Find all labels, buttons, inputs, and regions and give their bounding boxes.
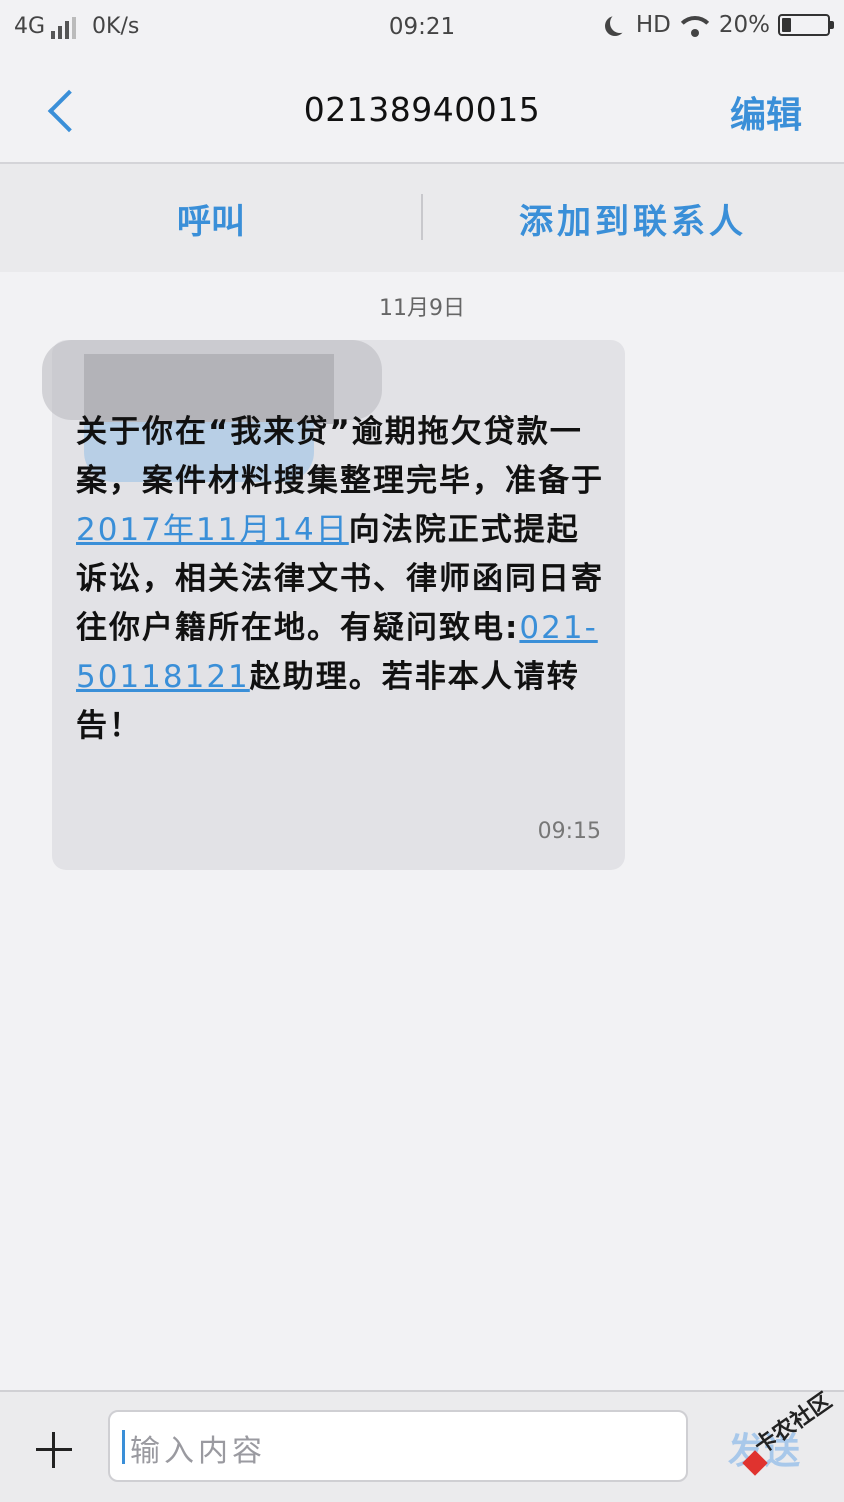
- date-link[interactable]: 2017年11月14日: [76, 512, 349, 548]
- wifi-icon: [678, 12, 711, 38]
- header: 02138940015 编辑: [0, 56, 844, 162]
- battery-icon: [778, 14, 834, 36]
- add-contact-button[interactable]: 添加到联系人: [422, 194, 844, 243]
- battery-fill: [782, 18, 791, 32]
- message-input[interactable]: 输入内容: [108, 1410, 688, 1482]
- edit-button[interactable]: 编辑: [730, 86, 802, 138]
- action-bar: 呼叫 添加到联系人: [0, 164, 844, 272]
- hd-indicator: HD: [635, 12, 671, 38]
- message-text: 关于你在“我来贷”逾期拖欠贷款一案，案件材料搜集整理完毕，准备于 2017年11月…: [76, 408, 606, 751]
- call-button[interactable]: 呼叫: [0, 194, 422, 243]
- message-bubble[interactable]: 关于你在“我来贷”逾期拖欠贷款一案，案件材料搜集整理完毕，准备于 2017年11月…: [42, 340, 625, 870]
- plus-icon[interactable]: [36, 1432, 72, 1468]
- message-time: 09:15: [537, 819, 601, 844]
- status-right: HD 20%: [604, 12, 834, 38]
- moon-icon: [610, 13, 630, 33]
- message-text-part: 关于你在“我来贷”逾期拖欠贷款一案，案件材料搜集整理完毕，准备于: [76, 414, 604, 499]
- page-title: 02138940015: [303, 90, 541, 129]
- battery-percent: 20%: [718, 12, 770, 38]
- message-date: 11月9日: [379, 296, 465, 321]
- input-placeholder: 输入内容: [130, 1434, 266, 1469]
- compose-bar: 输入内容 发送 卡农社区: [0, 1389, 844, 1502]
- text-caret: [122, 1430, 125, 1464]
- status-bar: 4G 0K/s 09:21 HD 20%: [0, 0, 844, 56]
